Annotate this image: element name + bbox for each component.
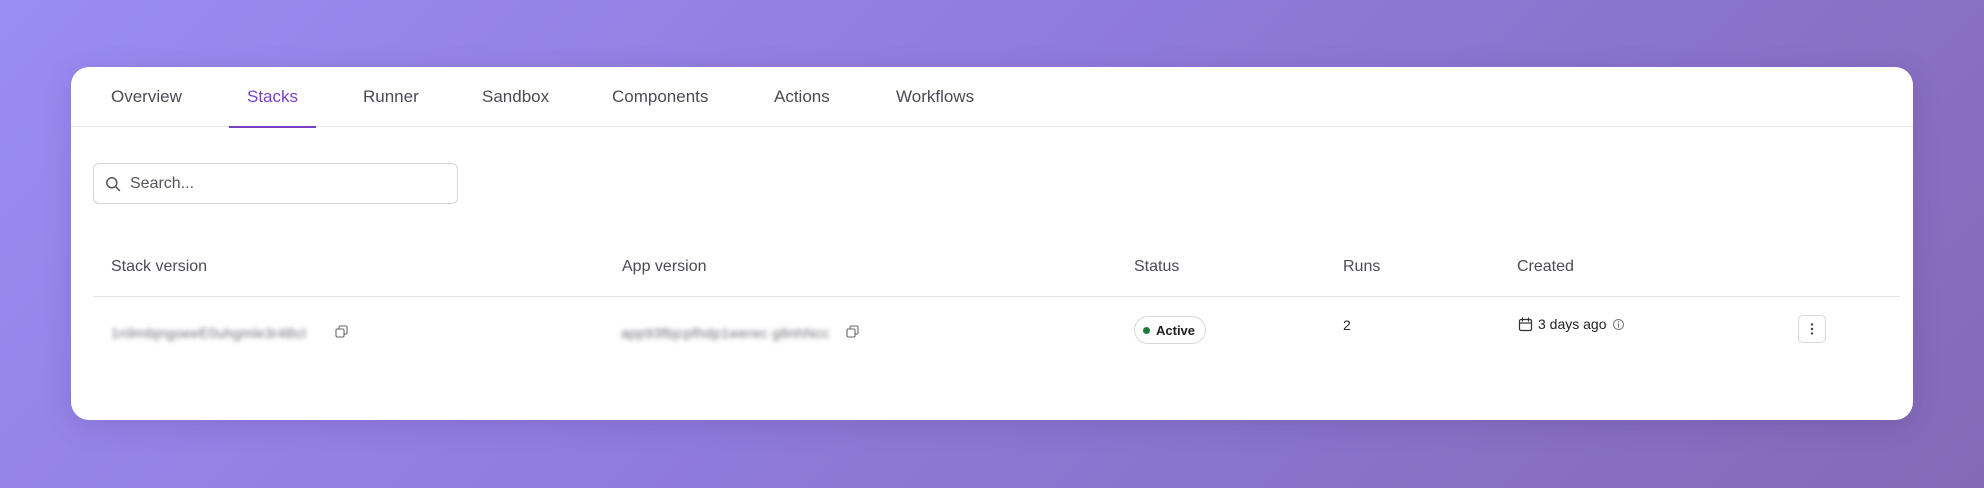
- table-divider: [93, 296, 1900, 297]
- copy-icon[interactable]: [846, 325, 859, 338]
- status-dot: [1143, 326, 1150, 334]
- tab-bar: Overview Stacks Runner Sandbox Component…: [71, 67, 1913, 128]
- tab-components[interactable]: Components: [612, 67, 708, 127]
- info-icon[interactable]: [1612, 318, 1625, 331]
- column-header-app-version[interactable]: App version: [622, 258, 707, 276]
- stacks-panel: Overview Stacks Runner Sandbox Component…: [71, 67, 1913, 420]
- search-box: [93, 163, 458, 204]
- search-icon: [106, 177, 121, 192]
- calendar-icon: [1518, 316, 1533, 331]
- column-header-status[interactable]: Status: [1134, 258, 1179, 276]
- tab-stacks[interactable]: Stacks: [228, 67, 317, 128]
- tab-actions[interactable]: Actions: [774, 67, 830, 127]
- runs-count: 2: [1343, 317, 1351, 333]
- copy-icon[interactable]: [335, 325, 348, 338]
- app-version-value: app93fbjcpfhdp1werec g8nhNcc: [621, 325, 830, 341]
- tab-workflows[interactable]: Workflows: [896, 67, 974, 127]
- search-input[interactable]: [130, 164, 450, 203]
- row-actions-button[interactable]: [1798, 315, 1826, 343]
- status-badge: Active: [1134, 316, 1207, 344]
- tab-runner[interactable]: Runner: [363, 67, 419, 127]
- column-header-created[interactable]: Created: [1517, 258, 1574, 276]
- tab-overview[interactable]: Overview: [111, 67, 182, 127]
- column-header-stack-version[interactable]: Stack version: [111, 258, 207, 276]
- created-value: 3 days ago: [1538, 316, 1607, 332]
- created-cell: 3 days ago: [1518, 316, 1625, 332]
- tab-sandbox[interactable]: Sandbox: [482, 67, 549, 127]
- more-vertical-icon: [1810, 323, 1814, 335]
- status-label: Active: [1156, 322, 1196, 338]
- stack-version-value: 1n9mbjngoeeE0uhgmle3r4Bcl: [111, 325, 307, 341]
- column-header-runs[interactable]: Runs: [1343, 258, 1380, 276]
